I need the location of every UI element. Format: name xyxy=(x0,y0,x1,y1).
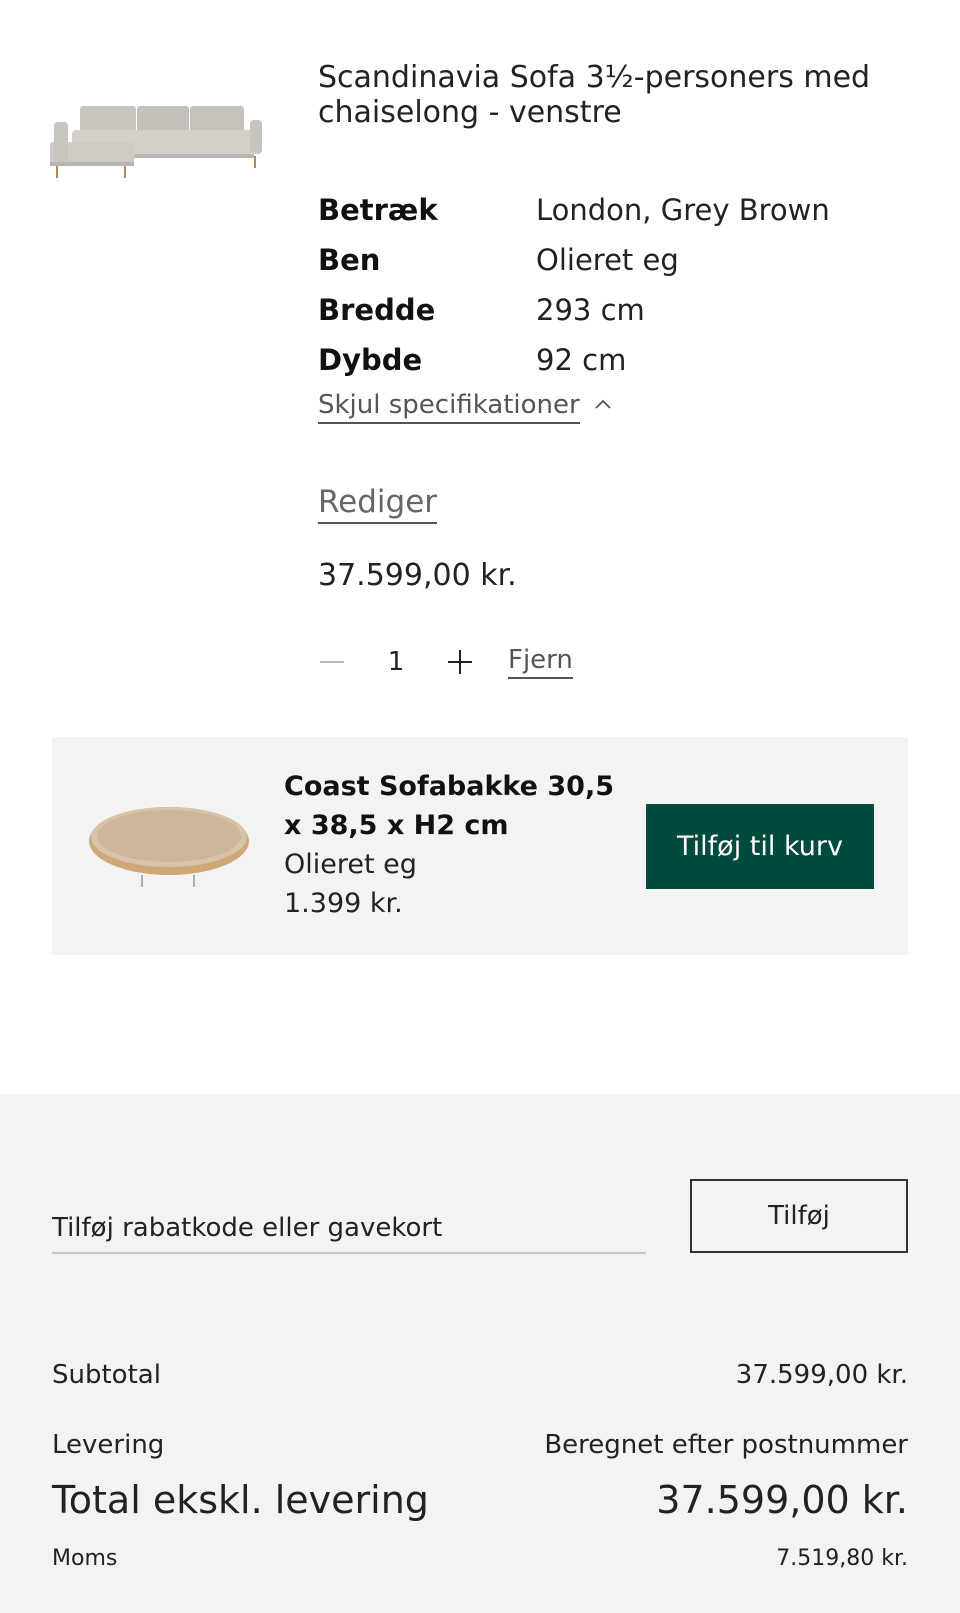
vat-row: Moms 7.519,80 kr. xyxy=(52,1546,908,1571)
upsell-price: 1.399 kr. xyxy=(284,888,403,919)
tray-image[interactable] xyxy=(86,801,252,895)
subtotal-label: Subtotal xyxy=(52,1360,161,1390)
upsell-info: Coast Sofabakke 30,5 x 38,5 x H2 cm Olie… xyxy=(284,767,634,923)
apply-discount-button[interactable]: Tilføj xyxy=(690,1179,908,1253)
spec-key: Dybde xyxy=(318,343,423,377)
minus-icon xyxy=(320,661,344,663)
upsell-card: Coast Sofabakke 30,5 x 38,5 x H2 cm Olie… xyxy=(52,737,908,955)
spec-row: Bredde 293 cm xyxy=(318,285,918,335)
spec-row: Ben Olieret eg xyxy=(318,235,918,285)
toggle-specs-label: Skjul specifikationer xyxy=(318,390,580,424)
add-to-cart-button[interactable]: Tilføj til kurv xyxy=(646,804,874,889)
spec-value: 293 cm xyxy=(536,293,645,327)
total-row: Total ekskl. levering 37.599,00 kr. xyxy=(52,1478,908,1522)
cart-item: Scandinavia Sofa 3½-personers med chaise… xyxy=(0,0,960,1094)
plus-icon xyxy=(448,650,472,674)
discount-code-input[interactable] xyxy=(52,1204,646,1254)
decrease-quantity-button[interactable] xyxy=(318,648,346,676)
spec-key: Ben xyxy=(318,243,381,277)
total-label: Total ekskl. levering xyxy=(52,1478,429,1522)
total-value: 37.599,00 kr. xyxy=(656,1478,908,1522)
edit-link[interactable]: Rediger xyxy=(318,484,438,524)
product-price: 37.599,00 kr. xyxy=(318,558,517,593)
spec-value: 92 cm xyxy=(536,343,627,377)
spec-list: Betræk London, Grey Brown Ben Olieret eg… xyxy=(318,185,918,385)
subtotal-row: Subtotal 37.599,00 kr. xyxy=(52,1360,908,1390)
sofa-image[interactable] xyxy=(50,92,268,184)
increase-quantity-button[interactable] xyxy=(446,648,474,676)
spec-row: Betræk London, Grey Brown xyxy=(318,185,918,235)
delivery-row: Levering Beregnet efter postnummer xyxy=(52,1430,908,1460)
vat-label: Moms xyxy=(52,1546,118,1571)
delivery-value: Beregnet efter postnummer xyxy=(544,1430,908,1460)
spec-value: London, Grey Brown xyxy=(536,193,830,227)
delivery-label: Levering xyxy=(52,1430,165,1460)
spec-value: Olieret eg xyxy=(536,243,679,277)
quantity-value[interactable]: 1 xyxy=(346,647,446,677)
subtotal-value: 37.599,00 kr. xyxy=(735,1360,908,1390)
quantity-stepper: 1 Fjern xyxy=(318,642,573,682)
chevron-up-icon xyxy=(592,392,614,422)
upsell-material: Olieret eg xyxy=(284,849,417,880)
upsell-product-name: Coast Sofabakke 30,5 x 38,5 x H2 cm xyxy=(284,771,614,841)
product-title: Scandinavia Sofa 3½-personers med chaise… xyxy=(318,60,871,130)
remove-link[interactable]: Fjern xyxy=(508,645,573,679)
order-summary: Tilføj Subtotal 37.599,00 kr. Levering B… xyxy=(0,1094,960,1613)
spec-key: Betræk xyxy=(318,193,438,227)
spec-row: Dybde 92 cm xyxy=(318,335,918,385)
spec-key: Bredde xyxy=(318,293,436,327)
toggle-specs-link[interactable]: Skjul specifikationer xyxy=(318,390,614,424)
vat-value: 7.519,80 kr. xyxy=(776,1546,908,1571)
